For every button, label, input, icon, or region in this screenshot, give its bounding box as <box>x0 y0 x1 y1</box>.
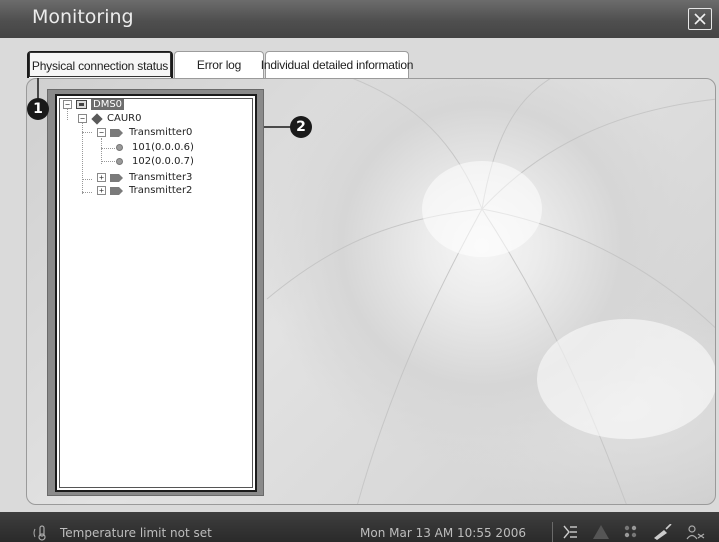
tab-label: Error log <box>196 58 242 72</box>
tab-label: Individual detailed information <box>260 58 414 72</box>
device-dot-icon <box>116 158 123 165</box>
server-icon <box>76 100 87 109</box>
user-settings-icon[interactable] <box>686 524 706 540</box>
tree-node-transmitter3[interactable]: Transmitter3 <box>110 171 192 184</box>
tree-node-label: Transmitter0 <box>129 127 193 138</box>
tab-error-log[interactable]: Error log <box>174 51 264 78</box>
tree-node-transmitter2[interactable]: Transmitter2 <box>110 184 192 197</box>
callout-number: 1 <box>33 101 43 117</box>
close-icon <box>694 13 706 25</box>
status-message: Temperature limit not set <box>60 526 212 540</box>
tree-node-dms0[interactable]: DMS0 <box>76 98 125 111</box>
tree-node-label: CAUR0 <box>107 113 142 124</box>
callout-badge-1: 1 <box>27 98 49 120</box>
tree-node-label: 102(0.0.0.7) <box>132 156 194 167</box>
brush-icon[interactable] <box>652 524 672 540</box>
device-dot-icon <box>116 144 123 151</box>
status-bar: Temperature limit not set Mon Mar 13 AM … <box>0 512 719 542</box>
tab-individual-detailed-information[interactable]: Individual detailed information <box>261 51 413 78</box>
transmitter-icon <box>110 186 123 195</box>
tree-node-transmitter0[interactable]: Transmitter0 <box>110 126 192 139</box>
window-title: Monitoring <box>32 6 134 28</box>
tree-line <box>82 192 92 193</box>
tree-line <box>82 132 92 133</box>
thermometer-icon <box>33 525 46 541</box>
callout-number: 2 <box>296 119 306 135</box>
close-button[interactable] <box>688 8 712 30</box>
title-bar: Monitoring <box>0 0 719 38</box>
transmitter-icon <box>110 173 123 182</box>
warning-icon[interactable] <box>592 524 610 540</box>
tree-node-device-102[interactable]: 102(0.0.0.7) <box>116 155 194 168</box>
transmitter-icon <box>110 128 123 137</box>
tree-line <box>101 148 115 149</box>
tree-node-caur0[interactable]: CAUR0 <box>91 112 141 125</box>
tree-node-device-101[interactable]: 101(0.0.0.6) <box>116 141 194 154</box>
collapse-icon[interactable]: − <box>63 100 72 109</box>
collapse-icon[interactable]: − <box>78 114 87 123</box>
status-datetime: Mon Mar 13 AM 10:55 2006 <box>360 526 526 540</box>
tree-node-label: Transmitter3 <box>129 172 193 183</box>
status-divider <box>552 522 553 542</box>
expand-icon[interactable]: + <box>97 186 106 195</box>
dots-grid-icon[interactable] <box>623 524 641 540</box>
network-status-icon[interactable] <box>560 524 578 540</box>
diamond-icon <box>91 112 103 125</box>
expand-icon[interactable]: + <box>97 173 106 182</box>
tree-line <box>101 161 115 162</box>
tree-node-label: Transmitter2 <box>129 185 193 196</box>
tree-line <box>82 179 92 180</box>
tree-line <box>67 108 68 120</box>
tree-node-label: DMS0 <box>91 99 125 110</box>
callout-badge-2: 2 <box>290 116 312 138</box>
collapse-icon[interactable]: − <box>97 128 106 137</box>
tree-node-label: 101(0.0.0.6) <box>132 142 194 153</box>
